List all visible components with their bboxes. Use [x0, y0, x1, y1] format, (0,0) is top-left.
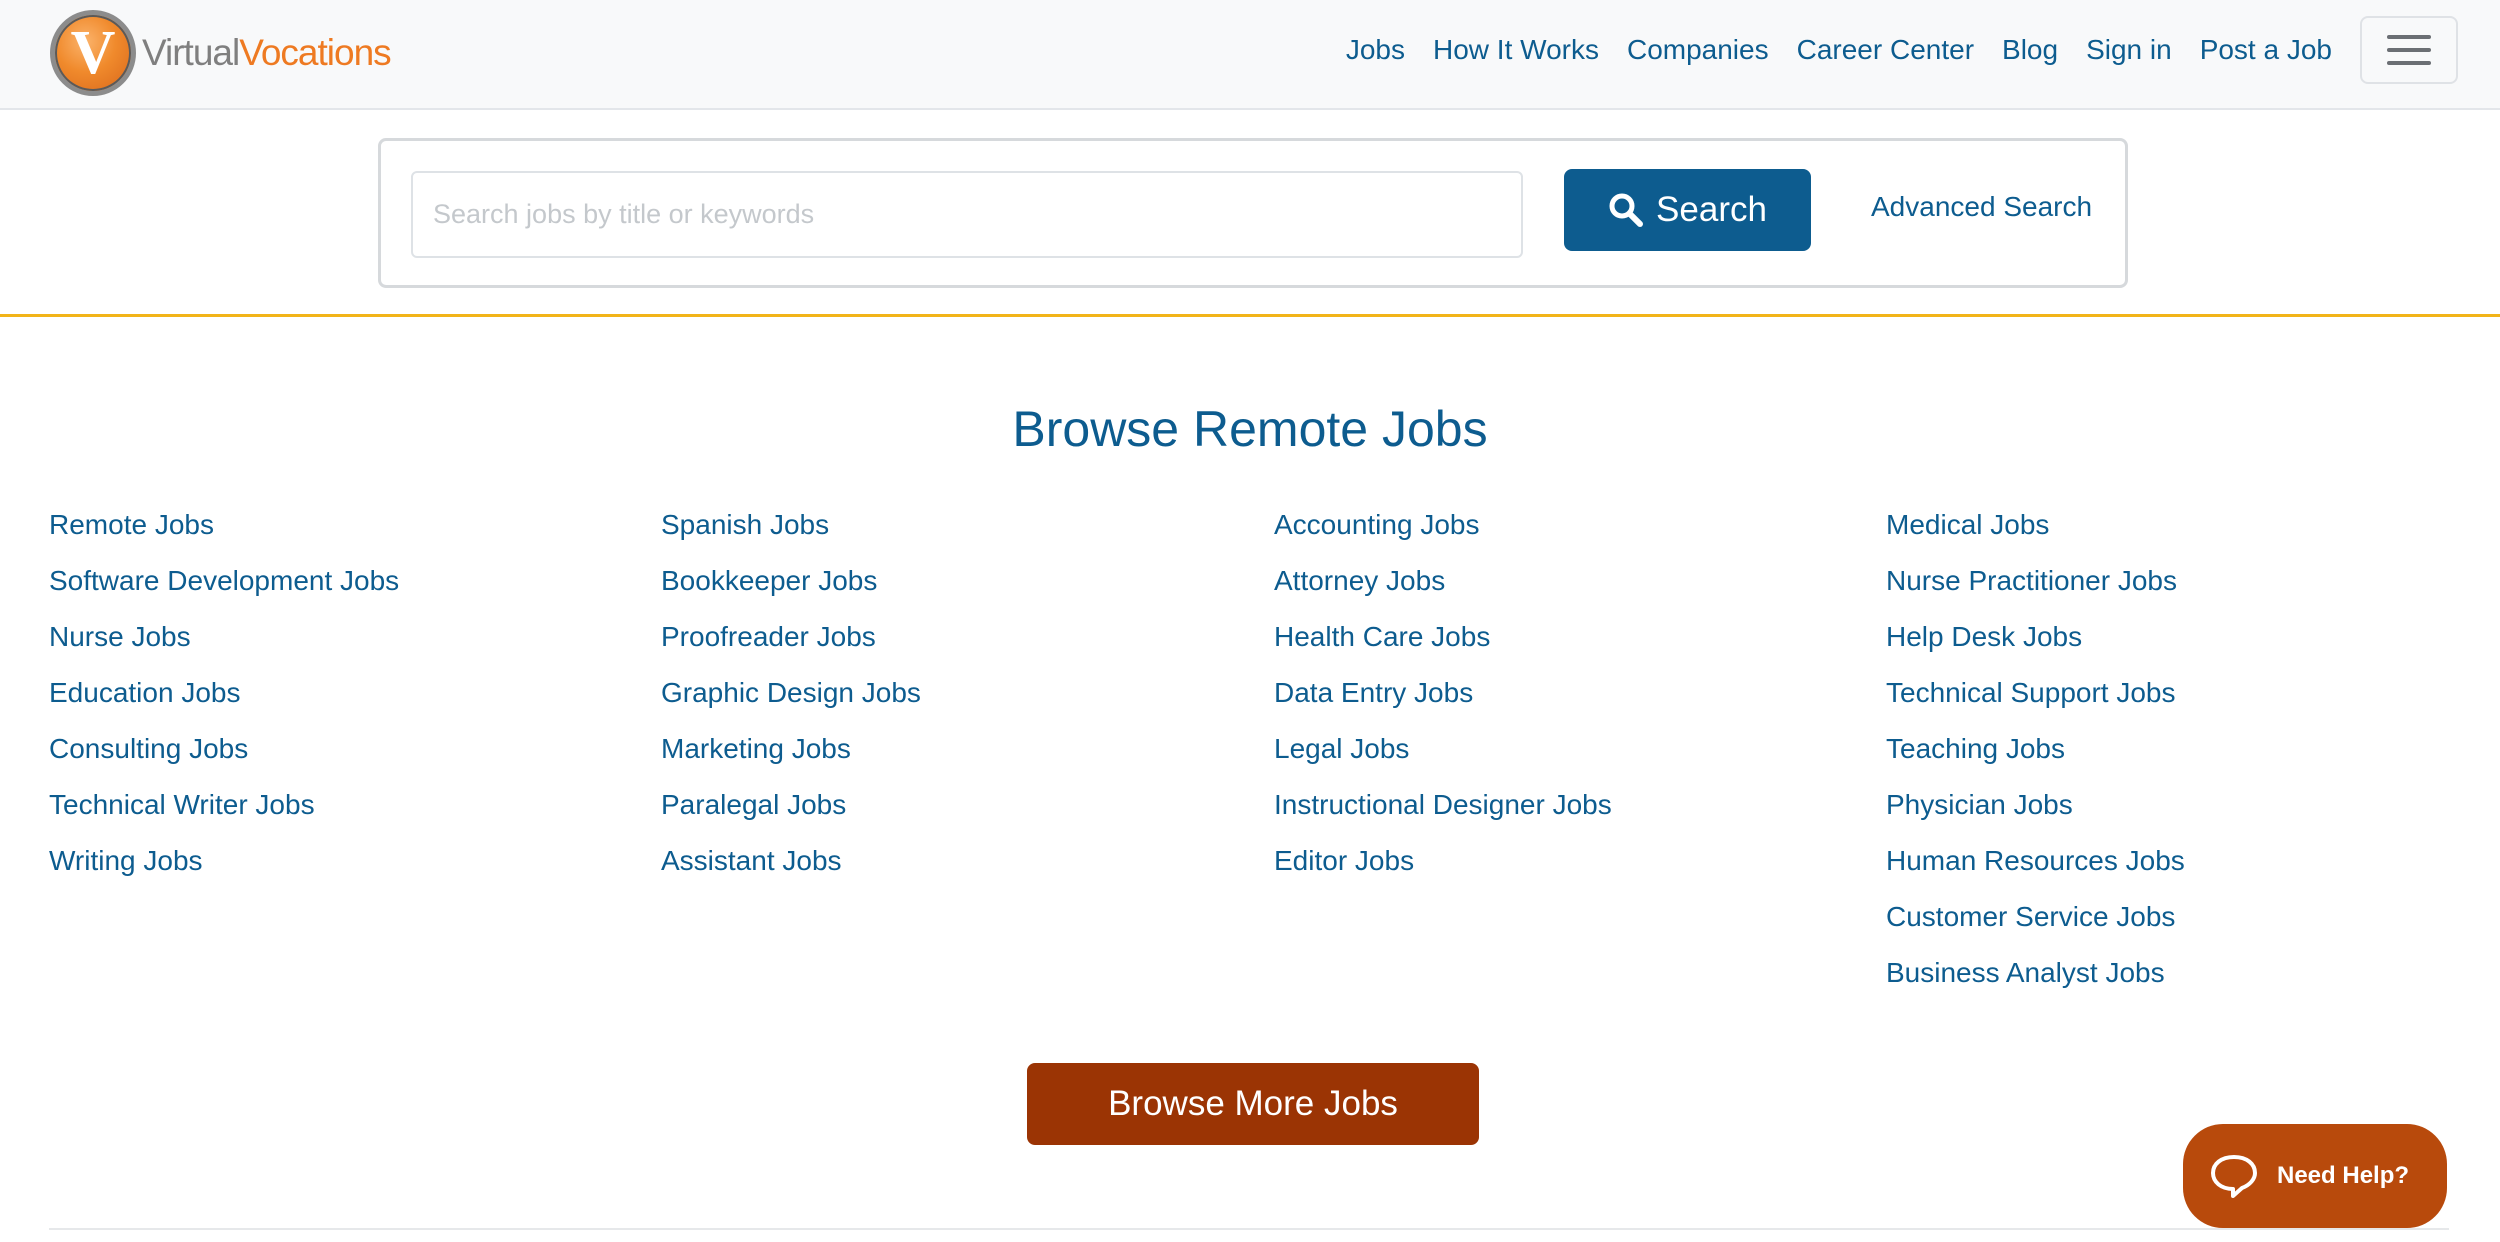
job-column-4: Medical Jobs Nurse Practitioner Jobs Hel… — [1886, 505, 2486, 1009]
search-input[interactable] — [411, 171, 1523, 258]
logo-v-icon: V — [50, 10, 136, 96]
job-link[interactable]: Proofreader Jobs — [661, 617, 1261, 673]
job-link[interactable]: Customer Service Jobs — [1886, 897, 2486, 953]
job-link[interactable]: Teaching Jobs — [1886, 729, 2486, 785]
job-link[interactable]: Data Entry Jobs — [1274, 673, 1874, 729]
job-link[interactable]: Health Care Jobs — [1274, 617, 1874, 673]
advanced-search-link[interactable]: Advanced Search — [1871, 191, 2092, 223]
job-column-1: Remote Jobs Software Development Jobs Nu… — [49, 505, 649, 897]
job-link[interactable]: Paralegal Jobs — [661, 785, 1261, 841]
job-link[interactable]: Assistant Jobs — [661, 841, 1261, 897]
job-link[interactable]: Writing Jobs — [49, 841, 649, 897]
nav-jobs[interactable]: Jobs — [1332, 34, 1419, 66]
job-link[interactable]: Legal Jobs — [1274, 729, 1874, 785]
job-category-columns: Remote Jobs Software Development Jobs Nu… — [49, 505, 2449, 1005]
section-divider — [0, 314, 2500, 317]
job-column-2: Spanish Jobs Bookkeeper Jobs Proofreader… — [661, 505, 1261, 897]
job-link[interactable]: Spanish Jobs — [661, 505, 1261, 561]
browse-title: Browse Remote Jobs — [1012, 401, 1488, 457]
search-button[interactable]: Search — [1564, 169, 1811, 251]
hamburger-icon — [2387, 35, 2431, 39]
job-link[interactable]: Remote Jobs — [49, 505, 649, 561]
chat-bubble-icon — [2211, 1155, 2257, 1198]
main-nav: Jobs How It Works Companies Career Cente… — [1332, 0, 2346, 100]
need-help-widget[interactable]: Need Help? — [2183, 1124, 2447, 1228]
job-link[interactable]: Business Analyst Jobs — [1886, 953, 2486, 1009]
logo-word-vocations: Vocations — [239, 32, 391, 73]
nav-how-it-works[interactable]: How It Works — [1419, 34, 1613, 66]
logo-word-virtual: Virtual — [142, 32, 240, 73]
job-link[interactable]: Marketing Jobs — [661, 729, 1261, 785]
job-link[interactable]: Technical Support Jobs — [1886, 673, 2486, 729]
search-icon — [1609, 193, 1644, 227]
footer-divider — [49, 1228, 2449, 1230]
job-link[interactable]: Education Jobs — [49, 673, 649, 729]
nav-blog[interactable]: Blog — [1988, 34, 2072, 66]
hamburger-icon-bar-3 — [2387, 61, 2431, 65]
job-link[interactable]: Nurse Jobs — [49, 617, 649, 673]
job-link[interactable]: Technical Writer Jobs — [49, 785, 649, 841]
nav-post-a-job[interactable]: Post a Job — [2186, 34, 2346, 66]
job-link[interactable]: Bookkeeper Jobs — [661, 561, 1261, 617]
job-link[interactable]: Nurse Practitioner Jobs — [1886, 561, 2486, 617]
job-link[interactable]: Instructional Designer Jobs — [1274, 785, 1874, 841]
search-button-label: Search — [1656, 190, 1767, 229]
nav-sign-in[interactable]: Sign in — [2072, 34, 2186, 66]
site-logo[interactable]: V VirtualVocations — [50, 8, 392, 98]
job-link[interactable]: Graphic Design Jobs — [661, 673, 1261, 729]
job-link[interactable]: Help Desk Jobs — [1886, 617, 2486, 673]
job-link[interactable]: Medical Jobs — [1886, 505, 2486, 561]
job-link[interactable]: Attorney Jobs — [1274, 561, 1874, 617]
job-link[interactable]: Physician Jobs — [1886, 785, 2486, 841]
job-link[interactable]: Consulting Jobs — [49, 729, 649, 785]
top-navbar: V VirtualVocations Jobs How It Works Com… — [0, 0, 2500, 110]
hamburger-icon-bar-2 — [2387, 48, 2431, 52]
nav-companies[interactable]: Companies — [1613, 34, 1783, 66]
job-link[interactable]: Editor Jobs — [1274, 841, 1874, 897]
browse-more-jobs-button[interactable]: Browse More Jobs — [1027, 1063, 1479, 1145]
job-link[interactable]: Accounting Jobs — [1274, 505, 1874, 561]
logo-wordmark: VirtualVocations — [142, 32, 392, 74]
nav-career-center[interactable]: Career Center — [1783, 34, 1988, 66]
job-link[interactable]: Software Development Jobs — [49, 561, 649, 617]
need-help-label: Need Help? — [2277, 1162, 2410, 1189]
job-column-3: Accounting Jobs Attorney Jobs Health Car… — [1274, 505, 1874, 897]
logo-letter: V — [70, 18, 116, 87]
search-panel: Search Advanced Search — [378, 138, 2128, 288]
job-link[interactable]: Human Resources Jobs — [1886, 841, 2486, 897]
menu-toggle-button[interactable] — [2360, 16, 2458, 84]
